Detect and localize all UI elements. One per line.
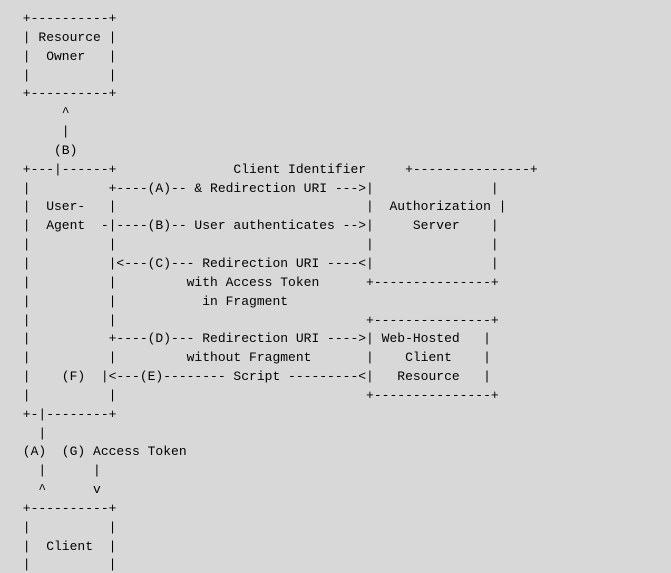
diagram-container: +----------+ | Resource | | Owner | | | … — [0, 0, 671, 573]
ascii-diagram: +----------+ | Resource | | Owner | | | … — [15, 10, 656, 573]
